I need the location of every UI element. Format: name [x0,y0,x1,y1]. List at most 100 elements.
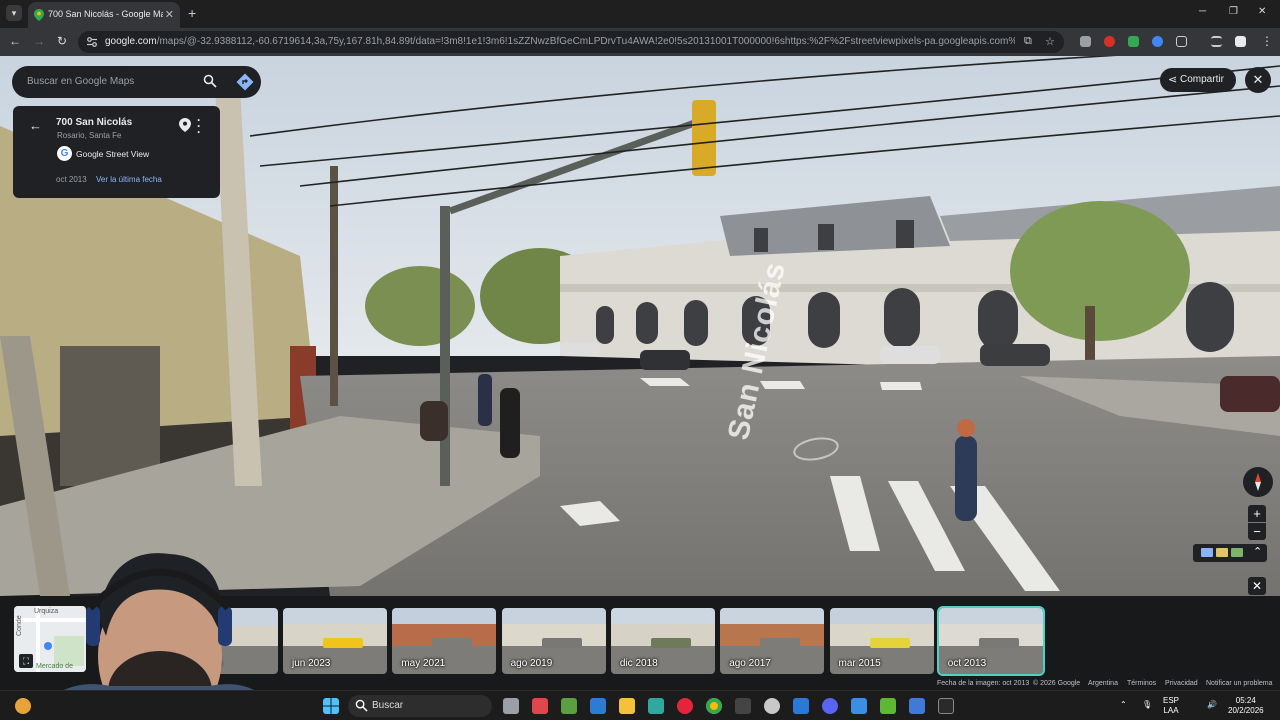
tab-search-button[interactable]: ▾ [6,5,22,21]
close-window-icon[interactable]: ✕ [1258,6,1266,17]
restore-icon[interactable]: ❐ [1229,6,1238,17]
imagery-toggle-button[interactable]: ⌃ [1193,544,1267,562]
app-icon[interactable] [909,698,925,714]
app-icon[interactable] [764,698,780,714]
discord-icon[interactable] [822,698,838,714]
app-icon[interactable] [532,698,548,714]
extensions-puzzle-icon[interactable] [1176,36,1187,47]
chevron-up-icon[interactable]: ⌃ [1120,700,1127,710]
photos-icon[interactable] [851,698,867,714]
windows-start-icon[interactable] [323,698,339,714]
directions-icon[interactable] [235,72,255,92]
place-subtitle: Rosario, Santa Fe [57,131,122,140]
share-icon: ⋖ [1168,74,1178,86]
windows-taskbar: Buscar ⌃ 🎙 ESP LAA 🔊 05:24 20/2/2026 [0,690,1280,720]
latest-date-link[interactable]: Ver la última fecha [96,175,162,184]
forward-icon[interactable]: → [33,34,45,48]
timeline-thumbnail[interactable]: jun 2023 [283,608,387,674]
report-problem-link[interactable]: Notificar un problema [1206,680,1273,687]
place-title: 700 San Nicolás [56,117,133,128]
more-options-icon[interactable]: · · · [197,114,201,138]
chrome-menu-icon[interactable]: ⋮ [1261,34,1273,48]
image-date-text: Fecha de la imagen: oct 2013 [937,680,1030,687]
compass-icon[interactable] [1243,467,1273,497]
tab-title: 700 San Nicolás - Google Maps [48,9,163,19]
taskbar-search[interactable]: Buscar [348,695,492,717]
url-text: google.com/maps/@-32.9388112,-60.6719614… [105,36,1015,47]
source-label: Google Street View [76,149,150,159]
share-label: Compartir [1180,74,1224,85]
timeline-thumbnail[interactable]: oct 2013 [936,606,1045,676]
timeline-thumbnail[interactable]: mar 2015 [829,608,934,674]
back-arrow-icon[interactable]: ← [29,118,42,133]
clock[interactable]: 05:24 20/2/2026 [1228,696,1264,716]
file-explorer-icon[interactable] [619,698,635,714]
input-language[interactable]: ESP LAA [1163,696,1179,716]
search-icon [355,699,368,712]
task-view-icon[interactable] [503,698,519,714]
widgets-icon[interactable] [15,698,31,714]
clock-time: 05:24 [1235,696,1256,705]
mail-icon[interactable] [590,698,606,714]
app-icon[interactable] [648,698,664,714]
timeline-thumbnail[interactable]: may 2021 [392,608,497,674]
capture-date: oct 2013 [56,175,87,184]
thumbnail-icon [1201,548,1213,557]
url-domain: google.com [105,36,157,47]
new-tab-button[interactable]: + [188,5,196,21]
address-bar[interactable]: google.com/maps/@-32.9388112,-60.6719614… [78,31,1064,53]
site-info-icon[interactable] [86,36,98,48]
zoom-in-button[interactable]: + [1248,505,1266,522]
extension-icon[interactable] [1128,36,1139,47]
install-app-icon[interactable]: ⧉ [1024,35,1032,48]
bookmark-star-icon[interactable]: ☆ [1045,35,1055,48]
back-icon[interactable]: ← [9,34,21,48]
lang-top: ESP [1163,696,1180,705]
close-tab-icon[interactable]: ✕ [165,8,174,21]
thumbnail-icon [1231,548,1243,557]
extension-icon[interactable] [1104,36,1115,47]
store-icon[interactable] [561,698,577,714]
compass-needle-icon [1255,473,1261,491]
timeline-thumbnail[interactable]: dic 2018 [610,608,715,674]
app-icon[interactable] [880,698,896,714]
location-pin-icon[interactable] [179,118,191,132]
minimize-icon[interactable]: ─ [1199,6,1206,17]
reload-icon[interactable]: ↻ [57,34,67,48]
maps-search-box[interactable]: Buscar en Google Maps [12,66,261,98]
microphone-icon[interactable]: 🎙 [1142,700,1152,710]
url-path: /maps/@-32.9388112,-60.6719614,3a,75y,16… [156,36,1015,47]
google-logo-icon: G [57,146,72,161]
app-icon[interactable] [735,698,751,714]
extension-icon[interactable] [1152,36,1163,47]
thumbnail-icon [1216,548,1228,557]
share-button[interactable]: ⋖ Compartir [1160,68,1236,92]
close-timeline-button[interactable]: ✕ [1248,577,1266,595]
timeline-thumbnail[interactable]: ago 2017 [720,608,825,674]
clock-date: 20/2/2026 [1228,706,1264,715]
reading-list-icon[interactable] [1211,36,1222,47]
timeline-thumbnail[interactable]: ago 2019 [501,608,606,674]
zoom-out-button[interactable]: − [1248,523,1266,540]
document-icon[interactable] [793,698,809,714]
profile-icon[interactable] [1235,36,1246,47]
epic-games-icon[interactable] [938,698,954,714]
search-input[interactable]: Buscar en Google Maps [27,76,134,87]
browser-toolbar: ← → ↻ google.com/maps/@-32.9388112,-60.6… [0,28,1280,56]
place-info-card: ← 700 San Nicolás Rosario, Santa Fe · · · … [13,106,220,198]
search-icon[interactable] [203,74,217,88]
terms-link[interactable]: Términos [1127,680,1156,687]
thumbnail-date-label: dic 2018 [619,658,658,669]
volume-icon[interactable]: 🔊 [1207,700,1217,710]
extension-icon[interactable] [1080,36,1091,47]
google-maps-pin-icon [34,9,44,21]
country-link[interactable]: Argentina [1088,680,1118,687]
close-street-view-button[interactable]: ✕ [1245,67,1271,93]
chrome-icon[interactable] [706,698,722,714]
browser-tab[interactable]: 700 San Nicolás - Google Maps ✕ [28,2,180,28]
copyright-text: © 2026 Google [1033,680,1081,687]
thumbnail-date-label: jun 2023 [292,658,331,669]
media-player-icon[interactable] [677,698,693,714]
thumbnail-date-label: oct 2013 [947,658,987,669]
privacy-link[interactable]: Privacidad [1165,680,1198,687]
